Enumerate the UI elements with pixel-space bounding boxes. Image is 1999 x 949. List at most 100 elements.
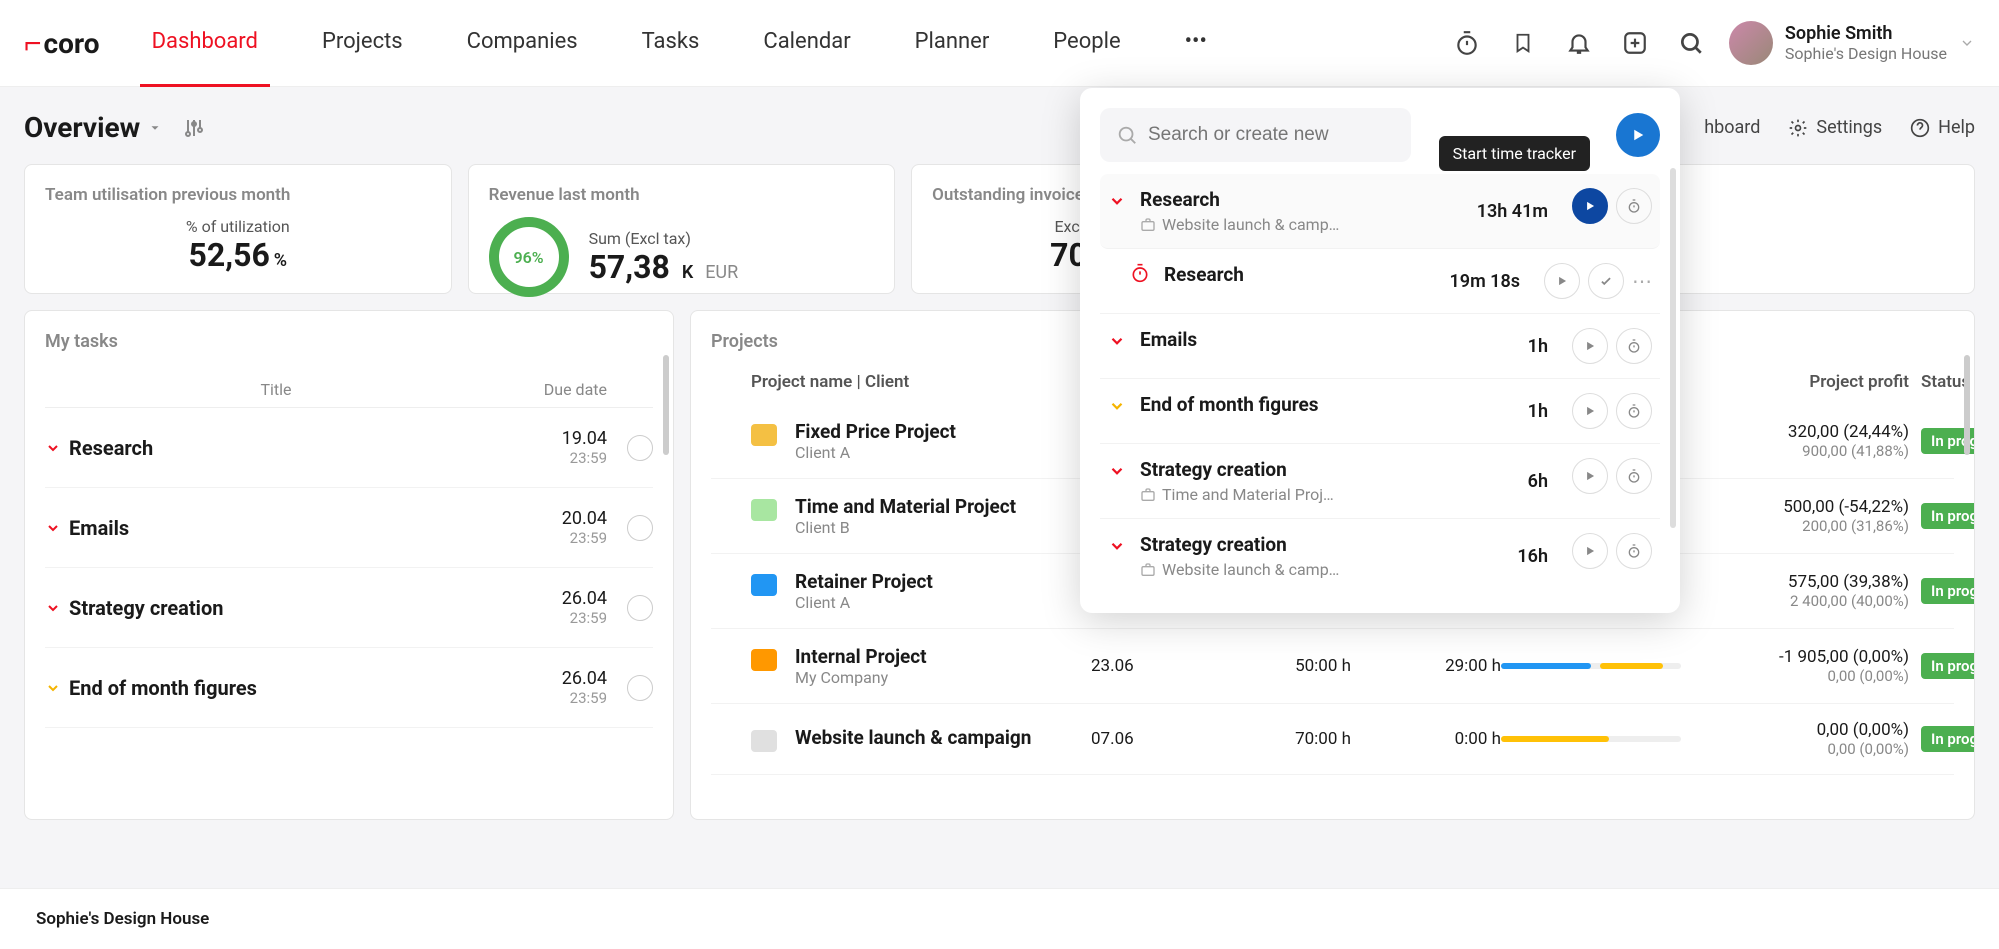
scrollbar[interactable] — [1964, 355, 1970, 455]
tracker-item[interactable]: Strategy creationTime and Material Proj…… — [1100, 444, 1660, 519]
task-row[interactable]: Strategy creation 26.0423:59 — [45, 568, 653, 648]
briefcase-icon — [1140, 487, 1156, 503]
tracker-item[interactable]: Research 19m 18s ⋯ — [1100, 249, 1660, 314]
chevron-down-icon — [1959, 35, 1975, 51]
stopwatch-button[interactable] — [1616, 393, 1652, 429]
col-due: Due date — [507, 380, 607, 399]
more-icon[interactable]: ⋯ — [1632, 269, 1652, 293]
filter-icon[interactable] — [182, 116, 206, 140]
add-icon[interactable] — [1621, 29, 1649, 57]
subnav-settings[interactable]: Settings — [1788, 117, 1882, 138]
dd-title: Emails — [1140, 328, 1514, 351]
stopwatch-button[interactable] — [1616, 328, 1652, 364]
kpi-label: % of utilization — [45, 217, 431, 236]
complete-button[interactable] — [627, 515, 653, 541]
project-profit: 0,00 (0,00%)0,00 (0,00%) — [1721, 720, 1921, 758]
project-row[interactable]: Website launch & campaign 07.06 70:00 h … — [711, 704, 1954, 775]
panel-title: My tasks — [45, 331, 653, 352]
folder-icon — [751, 730, 777, 752]
time-tracker-dropdown: Start time tracker ResearchWebsite launc… — [1080, 88, 1680, 613]
kpi-revenue[interactable]: Revenue last month 96% Sum (Excl tax) 57… — [468, 164, 896, 294]
task-date: 20.0423:59 — [507, 508, 607, 547]
logo[interactable]: ⌐coro — [24, 26, 100, 61]
kpi-label: Sum (Excl tax) — [589, 229, 739, 248]
nav-dashboard[interactable]: Dashboard — [140, 0, 270, 87]
tracker-item[interactable]: Strategy creationWebsite launch & camp… … — [1100, 519, 1660, 593]
project-name: Internal Project — [795, 645, 927, 668]
stopwatch-button[interactable] — [1616, 533, 1652, 569]
task-date: 19.0423:59 — [507, 428, 607, 467]
chevron-down-icon — [1108, 537, 1126, 555]
tracker-item[interactable]: Emails 1h — [1100, 314, 1660, 379]
complete-button[interactable] — [627, 595, 653, 621]
stopwatch-button[interactable] — [1616, 188, 1652, 224]
footer: Sophie's Design House — [0, 888, 1999, 949]
subnav-dashboard[interactable]: hboard — [1704, 117, 1760, 138]
nav-tasks[interactable]: Tasks — [630, 0, 712, 87]
nav-projects[interactable]: Projects — [310, 0, 415, 87]
tracker-item[interactable]: End of month figures 1h — [1100, 379, 1660, 444]
tracker-item[interactable]: Start time tracker ResearchWebsite launc… — [1100, 174, 1660, 249]
status-badge: In progress — [1921, 653, 1975, 679]
kpi-utilisation[interactable]: Team utilisation previous month % of uti… — [24, 164, 452, 294]
dd-time: 19m 18s — [1450, 271, 1521, 292]
kpi-row: Team utilisation previous month % of uti… — [0, 156, 1999, 302]
bookmark-icon[interactable] — [1509, 29, 1537, 57]
chevron-down-icon — [45, 600, 61, 616]
play-button[interactable] — [1544, 263, 1580, 299]
user-menu[interactable]: Sophie Smith Sophie's Design House — [1729, 21, 1975, 65]
search-input[interactable] — [1100, 108, 1411, 162]
play-button[interactable] — [1572, 533, 1608, 569]
check-button[interactable] — [1588, 263, 1624, 299]
task-row[interactable]: End of month figures 26.0423:59 — [45, 648, 653, 728]
nav-people[interactable]: People — [1041, 0, 1132, 87]
page-title[interactable]: Overview — [24, 111, 162, 144]
nav-calendar[interactable]: Calendar — [751, 0, 862, 87]
nav-more[interactable]: ••• — [1173, 0, 1219, 87]
complete-button[interactable] — [627, 435, 653, 461]
gear-icon — [1788, 118, 1808, 138]
stopwatch-button[interactable] — [1616, 458, 1652, 494]
folder-icon — [751, 424, 777, 446]
project-client: Client A — [795, 443, 956, 462]
chevron-down-icon — [45, 440, 61, 456]
project-name: Fixed Price Project — [795, 420, 956, 443]
project-est: 70:00 h — [1201, 729, 1351, 749]
scrollbar[interactable] — [663, 355, 669, 455]
task-row[interactable]: Research 19.0423:59 — [45, 408, 653, 488]
project-profit: 575,00 (39,38%)2 400,00 (40,00%) — [1721, 572, 1921, 610]
scrollbar[interactable] — [1670, 168, 1676, 528]
nav-planner[interactable]: Planner — [903, 0, 1002, 87]
chevron-down-icon — [1108, 192, 1126, 210]
status-badge: In progress — [1921, 578, 1975, 604]
status-badge: In progress — [1921, 503, 1975, 529]
main-grid: My tasks Title Due date Research 19.0423… — [0, 302, 1999, 828]
caret-down-icon — [148, 121, 162, 135]
task-row[interactable]: Emails 20.0423:59 — [45, 488, 653, 568]
kpi-title: Team utilisation previous month — [45, 185, 431, 205]
subnav-help[interactable]: Help — [1910, 117, 1975, 138]
bell-icon[interactable] — [1565, 29, 1593, 57]
play-button[interactable] — [1572, 458, 1608, 494]
project-row[interactable]: Internal Project My Company 23.06 50:00 … — [711, 629, 1954, 704]
project-client: Client B — [795, 518, 1016, 537]
search-icon[interactable] — [1677, 29, 1705, 57]
play-button[interactable] — [1572, 393, 1608, 429]
dd-time: 1h — [1528, 336, 1548, 357]
dd-subtitle: Website launch & camp… — [1140, 560, 1503, 579]
play-main-button[interactable] — [1616, 113, 1660, 157]
folder-icon — [751, 574, 777, 596]
project-logged: 29:00 h — [1351, 656, 1501, 676]
user-company: Sophie's Design House — [1785, 44, 1947, 63]
dd-time: 13h 41m — [1477, 201, 1548, 222]
progress-bar — [1501, 663, 1721, 669]
nav-companies[interactable]: Companies — [455, 0, 590, 87]
play-button[interactable] — [1572, 188, 1608, 224]
project-client: My Company — [795, 668, 927, 687]
chevron-down-icon — [1108, 462, 1126, 480]
stopwatch-icon[interactable] — [1453, 29, 1481, 57]
user-name: Sophie Smith — [1785, 23, 1947, 44]
play-button[interactable] — [1572, 328, 1608, 364]
complete-button[interactable] — [627, 675, 653, 701]
project-name: Time and Material Project — [795, 495, 1016, 518]
